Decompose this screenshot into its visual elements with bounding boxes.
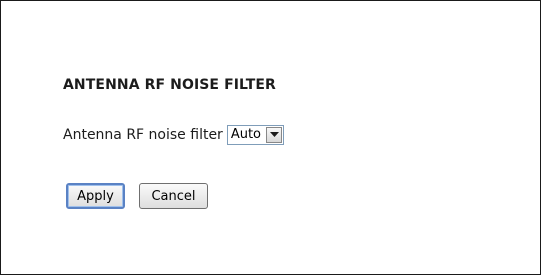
noise-filter-select[interactable]: Auto [226, 125, 284, 145]
action-buttons: Apply Cancel [66, 183, 208, 209]
settings-panel: ANTENNA RF NOISE FILTER Antenna RF noise… [0, 0, 541, 275]
noise-filter-selected-value: Auto [230, 127, 261, 142]
noise-filter-row: Antenna RF noise filter Auto [63, 124, 284, 146]
section-title: ANTENNA RF NOISE FILTER [63, 77, 276, 93]
cancel-button[interactable]: Cancel [139, 183, 208, 209]
chevron-down-icon[interactable] [266, 127, 282, 143]
noise-filter-label: Antenna RF noise filter [63, 127, 223, 143]
apply-button[interactable]: Apply [66, 183, 125, 209]
